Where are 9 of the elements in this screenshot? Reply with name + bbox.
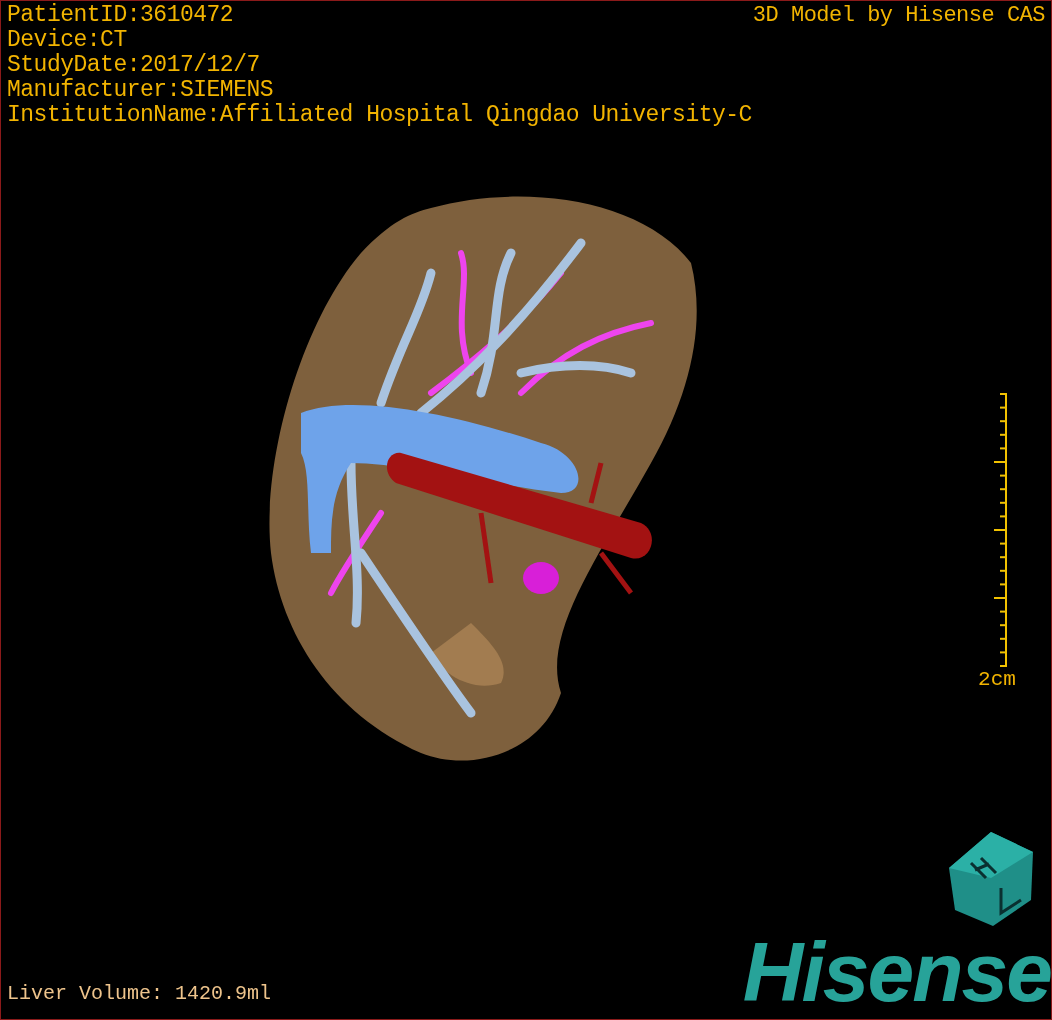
info-text: PatientID:3610472 bbox=[7, 3, 235, 28]
info-text: Device:CT bbox=[7, 28, 128, 53]
credit-text: 3D Model by Hisense CAS bbox=[752, 3, 1045, 28]
info-text: Manufacturer:SIEMENS bbox=[7, 78, 275, 103]
liver-volume-text: Liver Volume: 1420.9ml bbox=[7, 982, 272, 1006]
info-text: StudyDate:2017/12/7 bbox=[7, 53, 261, 78]
brand-logo-text: Hisense bbox=[742, 932, 1051, 1012]
scale-label: 2cm bbox=[978, 668, 1016, 692]
info-text: InstitutionName:Affiliated Hospital Qingdao University-C bbox=[7, 103, 752, 128]
